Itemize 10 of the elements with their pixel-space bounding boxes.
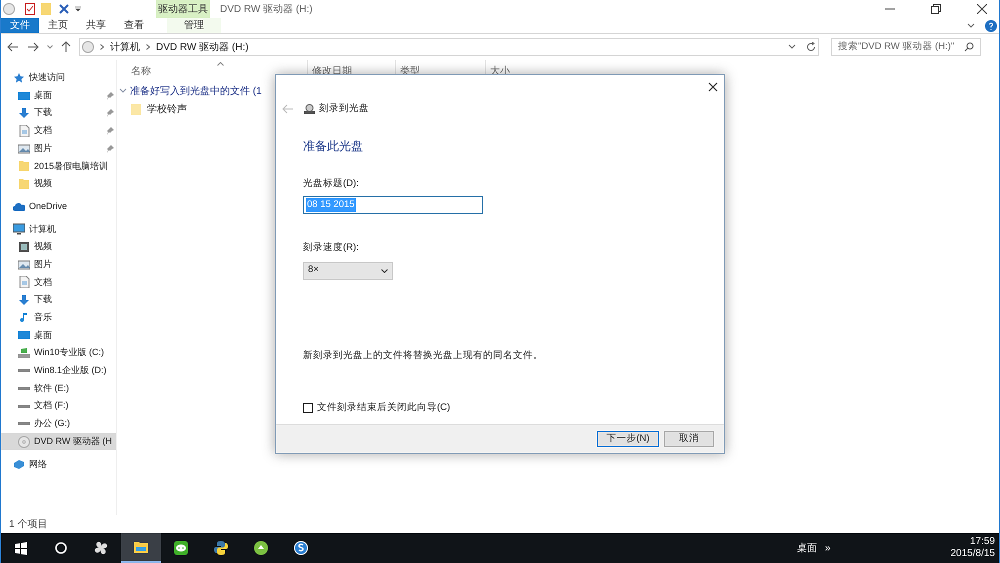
file-name: 学校铃声 (147, 102, 187, 116)
status-text: 1 个项目 (9, 518, 48, 532)
dialog-heading: 准备此光盘 (303, 138, 364, 155)
dialog-title: 刻录到光盘 (319, 102, 369, 116)
window-title: DVD RW 驱动器 (H:) (220, 2, 313, 16)
field-label: 光盘标题(D): (303, 177, 360, 191)
field-label: 刻录速度(R): (303, 241, 360, 256)
contextual-tab-group-label: 驱动器工具 (156, 0, 210, 18)
selected-text: 08 15 2015 (306, 198, 356, 212)
info-text: 新刻录到光盘上的文件将替换光盘上现有的同名文件。 (303, 348, 544, 362)
